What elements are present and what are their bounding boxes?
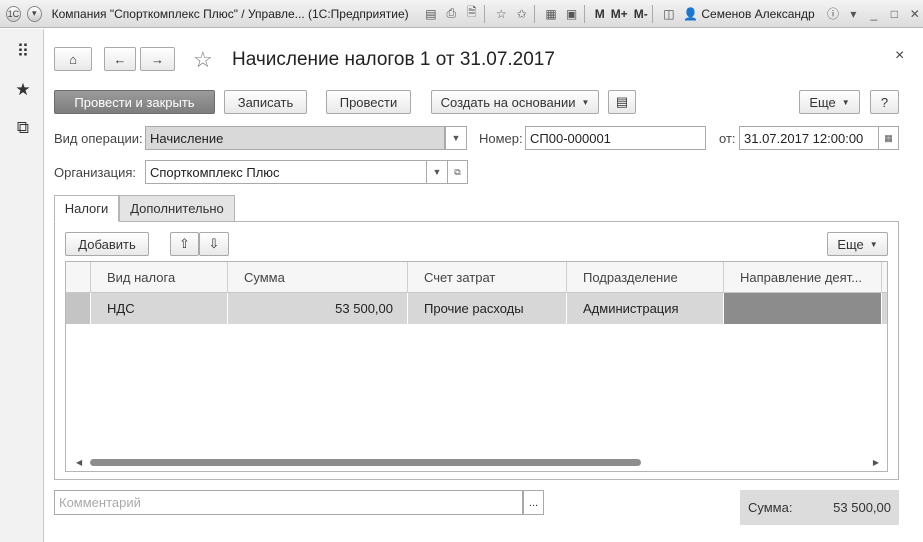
organization-field[interactable]: Спорткомплекс Плюс (145, 160, 427, 184)
post-button[interactable]: Провести (326, 90, 411, 114)
cell-department[interactable]: Администрация (567, 293, 724, 324)
move-up-button[interactable]: ⇧ (170, 232, 199, 256)
arrow-left-icon: ← (113, 51, 127, 67)
maximize-icon[interactable]: □ (886, 5, 902, 23)
cell-tax-type[interactable]: НДС (91, 293, 228, 324)
taxes-table: Вид налога Сумма Счет затрат Подразделен… (65, 261, 888, 472)
more-button[interactable]: Еще ▼ (799, 90, 860, 114)
cell-expense-account[interactable]: Прочие расходы (408, 293, 567, 324)
table-row[interactable]: НДС 53 500,00 Прочие расходы Администрац… (66, 293, 887, 324)
operation-label: Вид операции: (54, 131, 143, 146)
help-button[interactable]: ? (870, 90, 899, 114)
scroll-left-icon[interactable]: ◀ (76, 458, 82, 467)
create-based-on-label: Создать на основании (440, 94, 576, 110)
printer-icon[interactable]: ⎙ (443, 5, 459, 23)
app-menu-icon[interactable]: 1С (6, 5, 21, 22)
calendar-picker-icon[interactable]: ▦ (878, 126, 899, 150)
window-layout-icon[interactable]: ◫ (661, 5, 677, 23)
favorites-icon[interactable]: ☆ (493, 5, 509, 23)
home-icon: ⌂ (69, 51, 77, 67)
preview-icon[interactable]: 🗎 (464, 5, 480, 23)
column-header-department[interactable]: Подразделение (567, 262, 724, 293)
table-more-button[interactable]: Еще ▼ (827, 232, 888, 256)
sections-grid-icon[interactable]: ⠿ (12, 41, 34, 63)
window-title: Компания "Спорткомплекс Плюс" / Управле.… (51, 6, 409, 21)
cell-amount[interactable]: 53 500,00 (228, 293, 408, 324)
table-more-label: Еще (837, 236, 864, 252)
horizontal-scrollbar[interactable]: ◀ ▶ (76, 458, 879, 467)
user-icon: 👤 (683, 6, 699, 21)
total-sum: Сумма: 53 500,00 (740, 490, 899, 525)
close-icon[interactable]: × (895, 47, 904, 65)
table-header: Вид налога Сумма Счет затрат Подразделен… (66, 262, 887, 293)
open-organization-icon[interactable]: ⧉ (447, 160, 468, 184)
operation-field[interactable]: Начисление (145, 126, 445, 150)
page-title: Начисление налогов 1 от 31.07.2017 (232, 49, 555, 70)
column-header-activity-direction[interactable]: Направление деят... (724, 262, 882, 293)
document-icon: ▤ (615, 94, 629, 109)
calendar-icon[interactable]: ▣ (563, 5, 579, 23)
user-label: Семенов Александр (701, 6, 815, 21)
favorite-star-icon[interactable]: ☆ (193, 47, 213, 73)
column-header-expense-account[interactable]: Счет затрат (408, 262, 567, 293)
caret-down-icon: ▼ (869, 239, 878, 249)
separator (533, 4, 535, 23)
create-based-on-button[interactable]: Создать на основании ▼ (431, 90, 599, 114)
separator (651, 4, 653, 23)
report-button[interactable]: ▤ (608, 90, 636, 114)
operation-dropdown-icon[interactable]: ▼ (445, 126, 467, 150)
add-button[interactable]: Добавить (65, 232, 149, 256)
document-form: ⌂ ← → ☆ Начисление налогов 1 от 31.07.20… (45, 29, 923, 542)
tab-taxes[interactable]: Налоги (54, 195, 119, 222)
info-icon[interactable]: ⓘ (825, 5, 841, 23)
organization-label: Организация: (54, 165, 137, 180)
back-button[interactable]: ← (104, 47, 136, 71)
tab-additional[interactable]: Дополнительно (119, 195, 235, 222)
bookmark-icon[interactable]: ✩ (513, 5, 529, 23)
calculator-icon[interactable]: ▦ (543, 5, 559, 23)
arrow-up-icon: ⇧ (179, 236, 190, 251)
column-header-tax-type[interactable]: Вид налога (91, 262, 228, 293)
more-label: Еще (809, 94, 836, 110)
caret-down-icon: ▼ (841, 97, 850, 107)
sum-value: 53 500,00 (833, 500, 891, 515)
cell-activity-direction[interactable] (724, 293, 882, 324)
forward-button[interactable]: → (140, 47, 175, 71)
organization-dropdown-icon[interactable]: ▼ (426, 160, 448, 184)
row-marker (66, 293, 91, 324)
comment-field[interactable]: Комментарий (54, 490, 523, 515)
save-button[interactable]: Записать (224, 90, 307, 114)
scroll-right-icon[interactable]: ▶ (873, 458, 879, 467)
date-label: от: (719, 131, 736, 146)
number-field[interactable]: СП00-000001 (525, 126, 706, 150)
left-panel: ⠿ ★ ⧉ (0, 29, 44, 542)
close-window-icon[interactable]: ✕ (907, 5, 923, 23)
user-name[interactable]: 👤 Семенов Александр (683, 7, 815, 21)
minimize-icon[interactable]: _ (866, 5, 882, 23)
move-down-button[interactable]: ⇩ (199, 232, 229, 256)
title-bar: 1С ▾ Компания "Спорткомплекс Плюс" / Упр… (0, 0, 923, 28)
number-label: Номер: (479, 131, 523, 146)
caret-down-icon: ▼ (581, 97, 590, 107)
separator (583, 4, 585, 23)
memory-button[interactable]: M (595, 7, 605, 21)
print-icon[interactable]: ▤ (423, 5, 439, 23)
memory-minus-button[interactable]: M- (634, 7, 648, 21)
date-field[interactable]: 31.07.2017 12:00:00 (739, 126, 879, 150)
arrow-down-icon: ⇩ (208, 236, 220, 251)
favorites-star-icon[interactable]: ★ (12, 79, 34, 101)
chevron-down-icon[interactable]: ▾ (845, 5, 861, 23)
post-and-close-button[interactable]: Провести и закрыть (54, 90, 215, 114)
column-header-amount[interactable]: Сумма (228, 262, 408, 293)
comment-edit-button[interactable]: ... (523, 490, 544, 515)
scrollbar-thumb[interactable] (90, 459, 641, 466)
row-marker-header (66, 262, 91, 293)
home-button[interactable]: ⌂ (54, 47, 92, 71)
memory-plus-button[interactable]: M+ (611, 7, 628, 21)
dropdown-icon[interactable]: ▾ (26, 5, 42, 22)
arrow-right-icon: → (151, 51, 164, 67)
separator (484, 4, 485, 23)
sum-label: Сумма: (748, 500, 793, 515)
history-icon[interactable]: ⧉ (12, 117, 34, 139)
